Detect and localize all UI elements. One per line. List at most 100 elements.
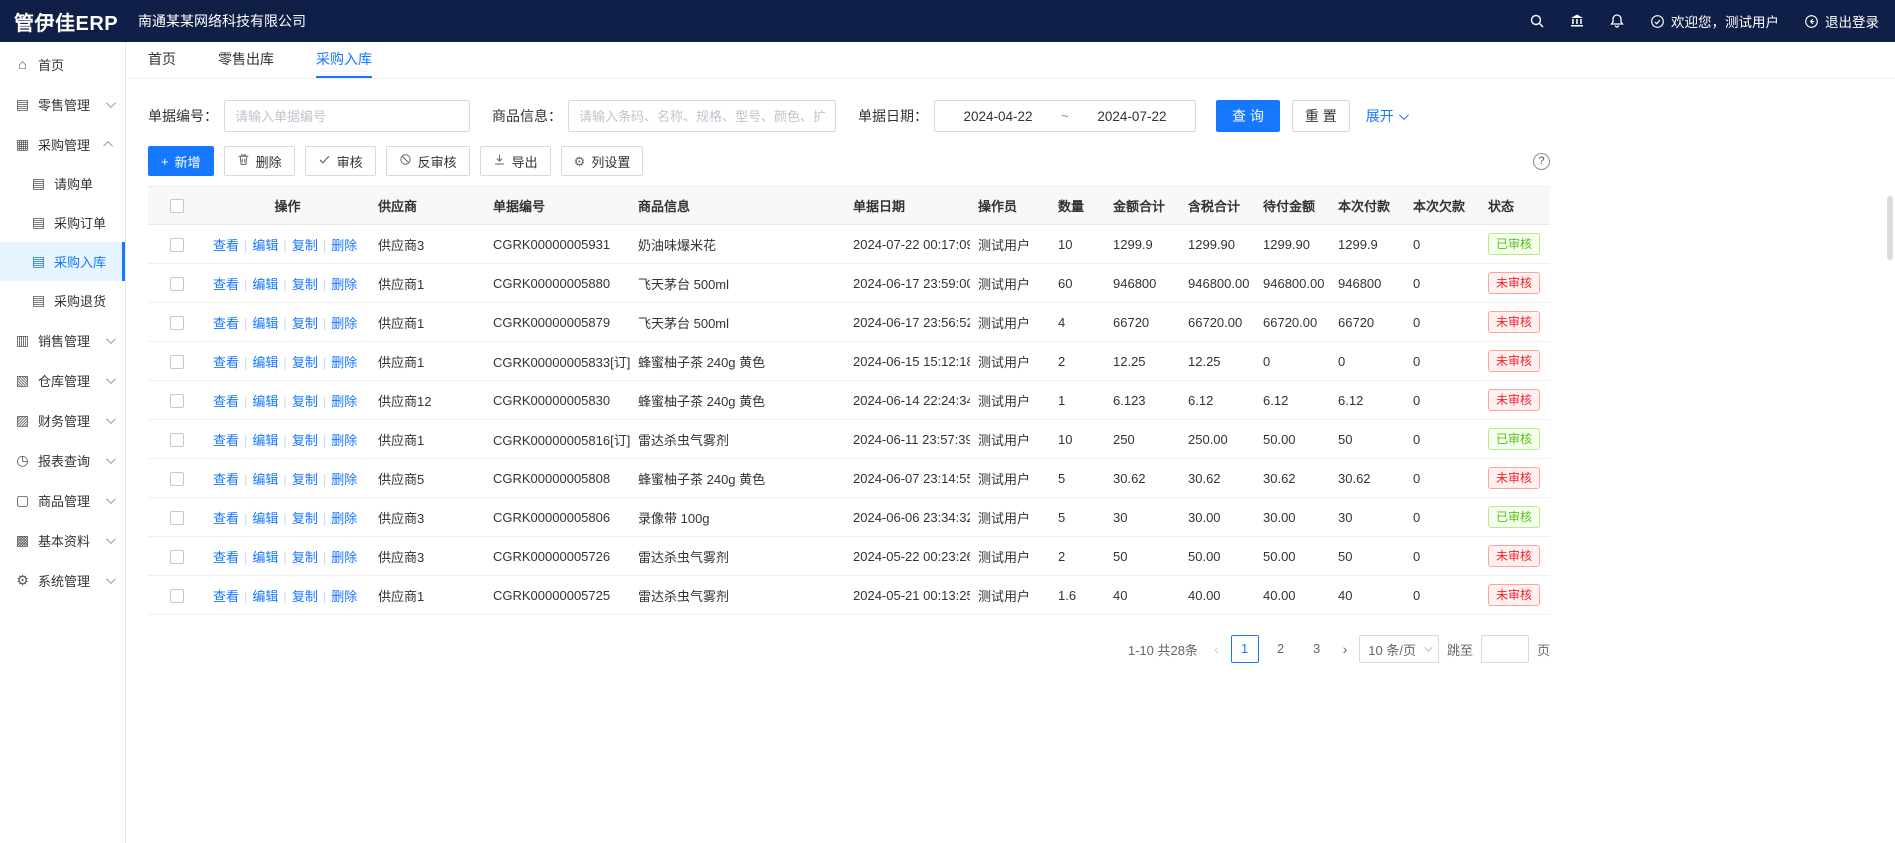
row-action-edit[interactable]: 编辑 <box>252 472 278 487</box>
row-action-copy[interactable]: 复制 <box>292 433 318 448</box>
add-button[interactable]: + 新增 <box>148 146 214 176</box>
row-action-edit[interactable]: 编辑 <box>252 355 278 370</box>
row-action-copy[interactable]: 复制 <box>292 550 318 565</box>
help-icon[interactable]: ? <box>1533 153 1550 170</box>
row-action-delete[interactable]: 删除 <box>331 277 357 292</box>
select-all-checkbox[interactable] <box>170 199 184 213</box>
row-checkbox[interactable] <box>170 433 184 447</box>
export-button[interactable]: 导出 <box>480 146 551 176</box>
row-action-delete[interactable]: 删除 <box>331 511 357 526</box>
row-action-delete[interactable]: 删除 <box>331 238 357 253</box>
scrollbar-thumb[interactable] <box>1887 196 1893 260</box>
table-row: 查看|编辑|复制|删除供应商1CGRK00000005725雷达杀虫气雾剂202… <box>148 576 1550 615</box>
goods-input[interactable] <box>568 100 836 132</box>
sidebar-item-retail[interactable]: ▤零售管理 <box>0 84 125 124</box>
sidebar-item-purchase-return[interactable]: ▤采购退货 <box>0 281 125 320</box>
row-action-edit[interactable]: 编辑 <box>252 316 278 331</box>
row-action-view[interactable]: 查看 <box>213 355 239 370</box>
chevron-down-icon <box>1424 643 1432 651</box>
date-from[interactable]: 2024-04-22 <box>963 109 1032 124</box>
row-action-edit[interactable]: 编辑 <box>252 394 278 409</box>
page-button-3[interactable]: 3 <box>1303 635 1331 663</box>
sidebar-item-purchase-request[interactable]: ▤请购单 <box>0 164 125 203</box>
date-range-picker[interactable]: 2024-04-22 ~ 2024-07-22 <box>934 100 1196 132</box>
sidebar-item-finance[interactable]: ▨财务管理 <box>0 400 125 440</box>
row-checkbox[interactable] <box>170 238 184 252</box>
page-button-1[interactable]: 1 <box>1231 635 1259 663</box>
sidebar-item-system[interactable]: ⚙系统管理 <box>0 560 125 600</box>
row-action-copy[interactable]: 复制 <box>292 589 318 604</box>
row-action-edit[interactable]: 编辑 <box>252 238 278 253</box>
column-settings-button[interactable]: ⚙ 列设置 <box>561 146 644 176</box>
row-checkbox[interactable] <box>170 472 184 486</box>
row-action-view[interactable]: 查看 <box>213 589 239 604</box>
row-action-edit[interactable]: 编辑 <box>252 589 278 604</box>
row-action-delete[interactable]: 删除 <box>331 355 357 370</box>
sidebar-item-goods[interactable]: ▢商品管理 <box>0 480 125 520</box>
tab-home[interactable]: 首页 <box>148 42 176 78</box>
row-action-edit[interactable]: 编辑 <box>252 277 278 292</box>
row-action-view[interactable]: 查看 <box>213 238 239 253</box>
page-button-2[interactable]: 2 <box>1267 635 1295 663</box>
row-action-delete[interactable]: 删除 <box>331 472 357 487</box>
row-action-delete[interactable]: 删除 <box>331 550 357 565</box>
search-button[interactable]: 查 询 <box>1216 100 1280 132</box>
cell-operator: 测试用户 <box>970 576 1050 615</box>
bill-no-input[interactable] <box>224 100 470 132</box>
row-action-copy[interactable]: 复制 <box>292 472 318 487</box>
expand-toggle[interactable]: 展开 <box>1366 106 1406 126</box>
row-action-view[interactable]: 查看 <box>213 472 239 487</box>
sidebar-item-purchase-order[interactable]: ▤采购订单 <box>0 203 125 242</box>
prev-page-icon[interactable]: ‹ <box>1210 641 1223 657</box>
search-icon[interactable] <box>1529 13 1545 29</box>
row-checkbox[interactable] <box>170 589 184 603</box>
row-action-view[interactable]: 查看 <box>213 511 239 526</box>
row-action-view[interactable]: 查看 <box>213 550 239 565</box>
row-action-copy[interactable]: 复制 <box>292 511 318 526</box>
sidebar-item-warehouse[interactable]: ▧仓库管理 <box>0 360 125 400</box>
row-action-view[interactable]: 查看 <box>213 316 239 331</box>
sidebar-item-report[interactable]: ◷报表查询 <box>0 440 125 480</box>
bank-icon[interactable] <box>1569 13 1585 29</box>
row-action-copy[interactable]: 复制 <box>292 316 318 331</box>
row-action-copy[interactable]: 复制 <box>292 277 318 292</box>
tab-purchase-inbound[interactable]: 采购入库 <box>316 42 372 78</box>
row-checkbox[interactable] <box>170 511 184 525</box>
date-to[interactable]: 2024-07-22 <box>1097 109 1166 124</box>
sidebar-item-sales[interactable]: ▥销售管理 <box>0 320 125 360</box>
sidebar-item-basic[interactable]: ▩基本资料 <box>0 520 125 560</box>
row-checkbox[interactable] <box>170 277 184 291</box>
row-action-edit[interactable]: 编辑 <box>252 433 278 448</box>
row-checkbox[interactable] <box>170 550 184 564</box>
cell-supplier: 供应商12 <box>370 381 485 420</box>
tab-retail-outbound[interactable]: 零售出库 <box>218 42 274 78</box>
next-page-icon[interactable]: › <box>1339 641 1352 657</box>
row-checkbox[interactable] <box>170 355 184 369</box>
row-action-view[interactable]: 查看 <box>213 277 239 292</box>
bell-icon[interactable] <box>1609 13 1625 29</box>
row-action-delete[interactable]: 删除 <box>331 433 357 448</box>
sidebar-item-purchase[interactable]: ▦采购管理 <box>0 124 125 164</box>
unaudit-button[interactable]: 反审核 <box>386 146 470 176</box>
row-action-edit[interactable]: 编辑 <box>252 550 278 565</box>
row-action-copy[interactable]: 复制 <box>292 394 318 409</box>
row-action-delete[interactable]: 删除 <box>331 394 357 409</box>
welcome-user[interactable]: 欢迎您，测试用户 <box>1649 11 1779 31</box>
logout-button[interactable]: 退出登录 <box>1803 11 1879 31</box>
sidebar-item-purchase-inbound[interactable]: ▤采购入库 <box>0 242 125 281</box>
row-action-delete[interactable]: 删除 <box>331 316 357 331</box>
delete-button[interactable]: 删除 <box>224 146 295 176</box>
jump-page-input[interactable] <box>1481 635 1529 663</box>
row-action-copy[interactable]: 复制 <box>292 355 318 370</box>
page-size-select[interactable]: 10 条/页 <box>1359 635 1439 663</box>
reset-button[interactable]: 重 置 <box>1292 100 1350 132</box>
sidebar-item-home[interactable]: ⌂首页 <box>0 44 125 84</box>
row-checkbox[interactable] <box>170 316 184 330</box>
row-action-edit[interactable]: 编辑 <box>252 511 278 526</box>
row-action-view[interactable]: 查看 <box>213 394 239 409</box>
audit-button[interactable]: 审核 <box>305 146 376 176</box>
row-action-copy[interactable]: 复制 <box>292 238 318 253</box>
row-action-view[interactable]: 查看 <box>213 433 239 448</box>
row-checkbox[interactable] <box>170 394 184 408</box>
row-action-delete[interactable]: 删除 <box>331 589 357 604</box>
